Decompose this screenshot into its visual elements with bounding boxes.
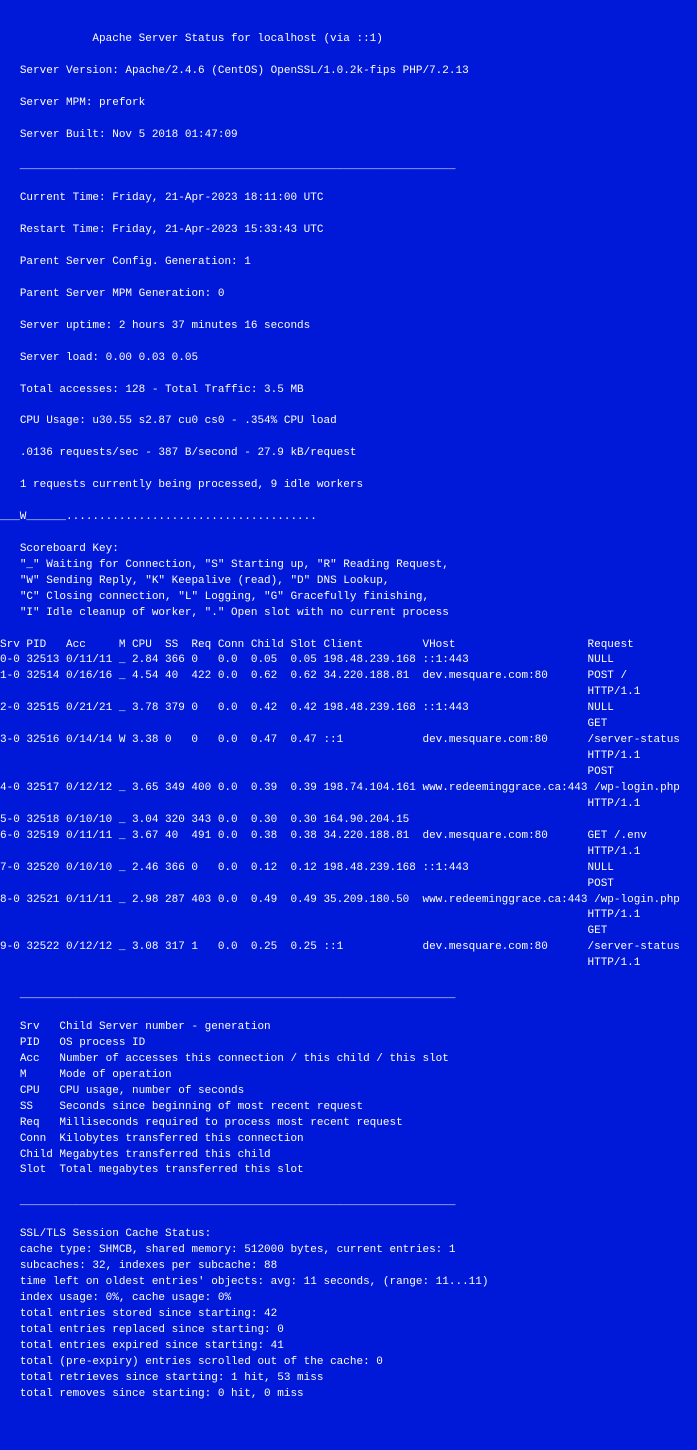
scoreboard-key-3: "C" Closing connection, "L" Logging, "G"… [20,591,429,603]
cpu-usage: CPU Usage: u30.55 s2.87 cu0 cs0 - .354% … [20,415,337,427]
worker-row: 4-0 32517 0/12/12 _ 3.65 349 400 0.0 0.3… [0,782,680,810]
ssl-total-scrolled: total (pre-expiry) entries scrolled out … [20,1356,383,1368]
scoreboard-key-4: "I" Idle cleanup of worker, "." Open slo… [20,607,449,619]
ssl-header: SSL/TLS Session Cache Status: [20,1228,211,1240]
legend-conn: Conn Kilobytes transferred this connecti… [20,1133,304,1145]
ssl-total-removes: total removes since starting: 0 hit, 0 m… [20,1388,304,1400]
ssl-total-expired: total entries expired since starting: 41 [20,1340,284,1352]
worker-row: 8-0 32521 0/11/11 _ 2.98 287 403 0.0 0.4… [0,894,680,938]
legend-acc: Acc Number of accesses this connection /… [20,1053,449,1065]
worker-row: 3-0 32516 0/14/14 W 3.38 0 0 0.0 0.47 0.… [0,734,680,778]
total-accesses: Total accesses: 128 - Total Traffic: 3.5… [20,384,304,396]
legend-slot: Slot Total megabytes transferred this sl… [20,1164,304,1176]
ssl-total-retrieves: total retrieves since starting: 1 hit, 5… [20,1372,324,1384]
ssl-cache-type: cache type: SHMCB, shared memory: 512000… [20,1244,456,1256]
page-title: Apache Server Status for localhost (via … [92,33,382,45]
legend-pid: PID OS process ID [20,1037,145,1049]
config-generation: Parent Server Config. Generation: 1 [20,256,251,268]
worker-row: 6-0 32519 0/11/11 _ 3.67 40 491 0.0 0.38… [0,830,647,858]
ssl-total-stored: total entries stored since starting: 42 [20,1308,277,1320]
worker-row: 2-0 32515 0/21/21 _ 3.78 379 0 0.0 0.42 … [0,702,614,730]
server-version: Server Version: Apache/2.4.6 (CentOS) Op… [20,65,469,77]
hr: ________________________________________… [0,1196,455,1208]
legend-req: Req Milliseconds required to process mos… [20,1117,403,1129]
uptime: Server uptime: 2 hours 37 minutes 16 sec… [20,320,310,332]
current-time: Current Time: Friday, 21-Apr-2023 18:11:… [20,192,324,204]
request-rate: .0136 requests/sec - 387 B/second - 27.9… [20,447,357,459]
scoreboard-key-1: "_" Waiting for Connection, "S" Starting… [20,559,449,571]
server-mpm: Server MPM: prefork [20,97,145,109]
ssl-index-usage: index usage: 0%, cache usage: 0% [20,1292,231,1304]
server-load: Server load: 0.00 0.03 0.05 [20,352,198,364]
ssl-time-left: time left on oldest entries' objects: av… [20,1276,489,1288]
legend-ss: SS Seconds since beginning of most recen… [20,1101,363,1113]
worker-row: 9-0 32522 0/12/12 _ 3.08 317 1 0.0 0.25 … [0,941,680,969]
worker-row: 0-0 32513 0/11/11 _ 2.84 366 0 0.0 0.05 … [0,654,614,666]
mpm-generation: Parent Server MPM Generation: 0 [20,288,225,300]
terminal-output: Apache Server Status for localhost (via … [0,32,697,1403]
legend-cpu: CPU CPU usage, number of seconds [20,1085,244,1097]
hr: ________________________________________… [0,989,455,1001]
server-built: Server Built: Nov 5 2018 01:47:09 [20,129,238,141]
hr: ________________________________________… [0,160,455,172]
worker-row: 5-0 32518 0/10/10 _ 3.04 320 343 0.0 0.3… [0,814,409,826]
scoreboard-key-header: Scoreboard Key: [20,543,119,555]
legend-m: M Mode of operation [20,1069,172,1081]
worker-table-header: Srv PID Acc M CPU SS Req Conn Child Slot… [0,639,634,651]
worker-row: 7-0 32520 0/10/10 _ 2.46 366 0 0.0 0.12 … [0,862,614,890]
legend-srv: Srv Child Server number - generation [20,1021,271,1033]
ssl-subcaches: subcaches: 32, indexes per subcache: 88 [20,1260,277,1272]
worker-summary: 1 requests currently being processed, 9 … [20,479,363,491]
worker-row: 1-0 32514 0/16/16 _ 4.54 40 422 0.0 0.62… [0,670,640,698]
scoreboard-line: ___W______..............................… [0,511,317,523]
scoreboard-key-2: "W" Sending Reply, "K" Keepalive (read),… [20,575,390,587]
legend-child: Child Megabytes transferred this child [20,1149,271,1161]
restart-time: Restart Time: Friday, 21-Apr-2023 15:33:… [20,224,324,236]
ssl-total-replaced: total entries replaced since starting: 0 [20,1324,284,1336]
